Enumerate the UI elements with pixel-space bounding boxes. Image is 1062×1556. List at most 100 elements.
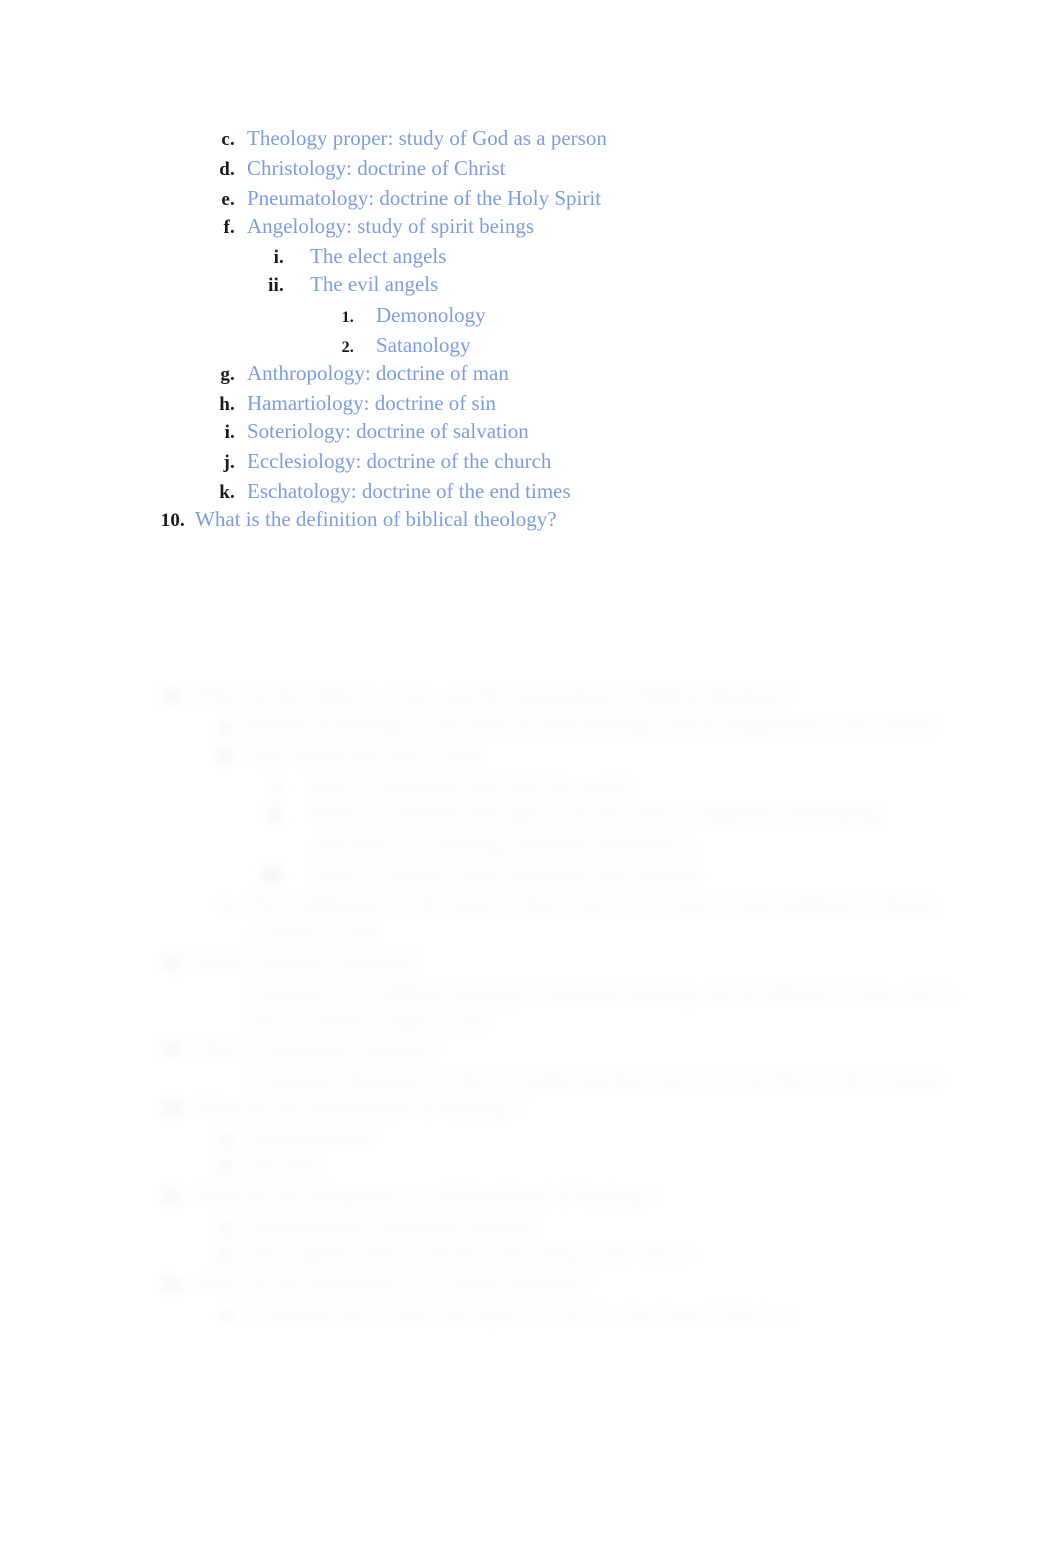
list-item: a. Historical theology is the study of w… (215, 713, 936, 737)
blur-overlay (0, 675, 1062, 1345)
list-marker: i. (224, 422, 235, 443)
list-item-text: Ecclesiology: doctrine of the church (247, 449, 552, 473)
list-item-text: What are the obligations to a biblical k… (195, 1183, 659, 1207)
list-item-text: What are the subjects, scope, and the te… (195, 683, 793, 707)
list-marker: a. (220, 1304, 235, 1325)
list-item-text: Historical theology is the study of what… (247, 713, 936, 737)
list-item-text: The elect angels (310, 244, 447, 268)
list-item: a. Transcendental (215, 1125, 375, 1149)
list-item: i. The elect angels (262, 244, 447, 268)
list-item-text: Systematically a same and right, not and… (247, 1301, 795, 1325)
list-item: i. How to definition and what the would (262, 773, 630, 797)
list-marker: 12. (160, 952, 185, 973)
obscured-outline: 11. What are the subjects, scope, and th… (0, 675, 1062, 1345)
list-marker: 10. (160, 510, 185, 531)
list-marker: b. (219, 746, 235, 767)
list-item-text: What are the obligations of a normal the… (195, 1271, 591, 1295)
list-item-continuation: to biblical truth (250, 921, 380, 945)
list-item-text: Hamartiology: doctrine of sin (247, 391, 497, 415)
list-item: 11. What are the subjects, scope, and th… (155, 683, 793, 707)
list-item: d. Christology: doctrine of Christ (215, 156, 506, 180)
list-item: 12. What is practice theology? (155, 949, 420, 973)
list-marker: a. (220, 1216, 235, 1237)
list-marker: g. (220, 364, 235, 385)
list-marker: b. (219, 1244, 235, 1265)
list-marker: a. (220, 716, 235, 737)
list-item-text: What is systematic theology? (195, 1036, 442, 1060)
list-marker: 16. (160, 1274, 185, 1295)
list-item-text: Systematically effectively practice (247, 1213, 537, 1237)
list-item: 2. Satanology (338, 335, 471, 356)
list-item: ii. The evil angels (262, 272, 439, 296)
list-marker: c. (221, 894, 235, 915)
list-item: 10. What is the definition of biblical t… (155, 507, 557, 531)
list-item-text: The evil angels (310, 272, 439, 296)
list-marker: c. (221, 129, 235, 150)
list-marker: 13. (160, 1039, 185, 1060)
list-item-text: The combination of the study of these wa… (247, 891, 937, 915)
list-item-text: How to definition and what the would (310, 773, 630, 797)
list-marker: i. (273, 247, 284, 268)
list-item-text: Work as regards, bible, emphasis, and wi… (310, 861, 700, 885)
list-marker: iii. (262, 864, 284, 885)
list-item: e. Pneumatology: doctrine of the Holy Sp… (215, 186, 602, 210)
list-item: k. Eschatology: doctrine of the end time… (215, 479, 571, 503)
list-item: b. This would also have a goal (215, 743, 483, 767)
list-item: 14. What are the implications of theolog… (155, 1095, 523, 1119)
list-marker: b. (219, 1156, 235, 1177)
list-marker: e. (221, 189, 235, 210)
list-marker: h. (219, 394, 235, 415)
list-marker: ii. (268, 275, 284, 296)
list-item-continuation: Practical is a is biblical theology is p… (250, 980, 957, 1004)
list-item-text: This would also have a goal (247, 743, 483, 767)
list-item: 15. What are the obligations to a biblic… (155, 1183, 659, 1207)
list-item-continuation: how to realize a again in life (250, 1008, 490, 1032)
list-item: 13. What is systematic theology? (155, 1036, 442, 1060)
list-item: c. The combination of the study of these… (215, 891, 937, 915)
list-item-text: Theology proper: study of God as a perso… (247, 126, 607, 150)
list-item: 1. Demonology (338, 305, 486, 326)
list-item: i. Soteriology: doctrine of salvation (215, 421, 529, 443)
list-item-text: What is practice theology? (195, 949, 420, 973)
list-item: g. Anthropology: doctrine of man (215, 361, 509, 385)
list-marker: d. (219, 159, 235, 180)
list-item: b. The original need to and the same thi… (215, 1241, 695, 1265)
list-item-text: Demonology (376, 303, 486, 327)
list-marker: ii. (268, 804, 284, 825)
list-item: a. Systematically a same and right, not … (215, 1301, 795, 1325)
list-marker: 11. (161, 686, 185, 707)
list-marker: a. (220, 1128, 235, 1149)
list-item: f. Angelology: study of spirit beings (215, 214, 534, 238)
list-marker: 1. (341, 309, 354, 326)
list-marker: i. (273, 776, 284, 797)
list-item-text: Pneumatology: doctrine of the Holy Spiri… (247, 186, 602, 210)
list-item: a. Systematically effectively practice (215, 1213, 537, 1237)
list-item-text: Transcendental (247, 1125, 375, 1149)
list-item: c. Theology proper: study of God as a pe… (215, 126, 607, 150)
list-item-continuation: Systematic theology is when we gathering… (250, 1067, 946, 1091)
list-item-text: While we differed and aspects for the wh… (310, 801, 883, 825)
list-marker: f. (223, 217, 235, 238)
list-item-continuation: and follows a teaching, and home themsel… (313, 833, 694, 857)
list-item-text: Doctrine (247, 1153, 321, 1177)
list-item: j. Ecclesiology: doctrine of the church (215, 449, 552, 473)
list-item-text: Angelology: study of spirit beings (247, 214, 534, 238)
list-item: iii. Work as regards, bible, emphasis, a… (262, 861, 700, 885)
list-item-text: Eschatology: doctrine of the end times (247, 479, 571, 503)
list-item-text: Satanology (376, 333, 471, 357)
list-item: h. Hamartiology: doctrine of sin (215, 391, 497, 415)
list-marker: 14. (160, 1098, 185, 1119)
list-marker: k. (219, 482, 235, 503)
list-item-text: Christology: doctrine of Christ (247, 156, 506, 180)
document-page: c. Theology proper: study of God as a pe… (0, 0, 1062, 1556)
list-item-text: What is the definition of biblical theol… (195, 507, 557, 531)
list-marker: 2. (341, 339, 354, 356)
list-item: b. Doctrine (215, 1153, 321, 1177)
list-item-text: The original need to and the same thing … (247, 1241, 695, 1265)
list-item: ii. While we differed and aspects for th… (262, 801, 883, 825)
list-item: 16. What are the obligations of a normal… (155, 1271, 591, 1295)
list-item-text: What are the implications of theology? (195, 1095, 523, 1119)
list-marker: j. (223, 452, 235, 473)
list-item-text: Anthropology: doctrine of man (247, 361, 509, 385)
list-marker: 15. (160, 1186, 185, 1207)
